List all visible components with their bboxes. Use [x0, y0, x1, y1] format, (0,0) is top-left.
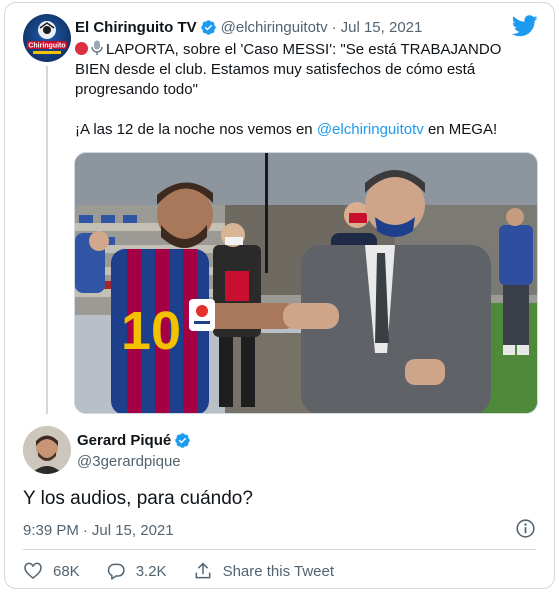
pique-avatar[interactable] [23, 426, 71, 474]
meta-separator: · [82, 522, 88, 539]
laliga-badge-icon [189, 299, 215, 331]
reply-author-row: Gerard Piqué [77, 432, 195, 449]
profile-photo [23, 426, 71, 474]
twitter-bird-icon[interactable] [512, 15, 538, 37]
chiringuito-avatar[interactable]: Chiringuito [23, 14, 71, 62]
photo-scene: 10 [75, 153, 537, 413]
header-separator: · [331, 18, 337, 36]
tweet-photo[interactable]: 10 [74, 152, 538, 414]
like-count: 68K [53, 562, 80, 580]
reply-tweet-text: Y los audios, para cuándo? [23, 488, 253, 509]
quoted-tweet-text: LAPORTA, sobre el 'Caso MESSI': "Se está… [75, 40, 525, 140]
reply-handle[interactable]: @3gerardpique [77, 453, 181, 470]
svg-text:10: 10 [121, 301, 181, 361]
share-button[interactable]: Share this Tweet [193, 561, 334, 581]
reply-timestamp[interactable]: 9:39 PM · Jul 15, 2021 [23, 522, 174, 539]
quoted-text-line2-suffix: en MEGA! [423, 121, 498, 138]
tweet-embed-card: Chiringuito El Chiringuito TV @elchiring… [4, 2, 555, 589]
reply-author-name[interactable]: Gerard Piqué [77, 432, 171, 449]
quoted-text-line2-prefix: ¡A las 12 de la noche nos vemos en [75, 121, 317, 138]
red-circle-icon [75, 42, 88, 55]
quoted-tweet-header: El Chiringuito TV @elchiringuitotv · Jul… [75, 16, 422, 38]
reply-bubble-icon [107, 563, 125, 580]
microphone-icon [91, 40, 103, 55]
reply-button[interactable]: 3.2K [106, 561, 167, 581]
quoted-handle[interactable]: @elchiringuitotv [221, 19, 328, 36]
quoted-author-name[interactable]: El Chiringuito TV [75, 19, 197, 36]
reply-time[interactable]: 9:39 PM [23, 522, 79, 539]
like-button[interactable]: 68K [23, 561, 80, 581]
share-icon [195, 562, 210, 579]
verified-badge-icon [200, 19, 216, 35]
share-label: Share this Tweet [222, 562, 335, 580]
tweet-actions-bar: 68K 3.2K Share this Tweet [23, 559, 360, 583]
info-icon[interactable] [515, 518, 536, 539]
avatar-logo-text: Chiringuito [28, 43, 65, 50]
quoted-date[interactable]: Jul 15, 2021 [341, 19, 423, 36]
verified-badge-icon [175, 433, 190, 448]
heart-icon [24, 562, 42, 580]
thread-connector [46, 66, 48, 414]
reply-date[interactable]: Jul 15, 2021 [92, 522, 174, 539]
chiringuito-logo-icon: Chiringuito [27, 21, 67, 54]
actions-divider [23, 549, 536, 550]
quoted-text-line1: LAPORTA, sobre el 'Caso MESSI': "Se está… [75, 41, 502, 98]
mention-link[interactable]: @elchiringuitotv [317, 121, 424, 138]
reply-count: 3.2K [135, 562, 167, 580]
